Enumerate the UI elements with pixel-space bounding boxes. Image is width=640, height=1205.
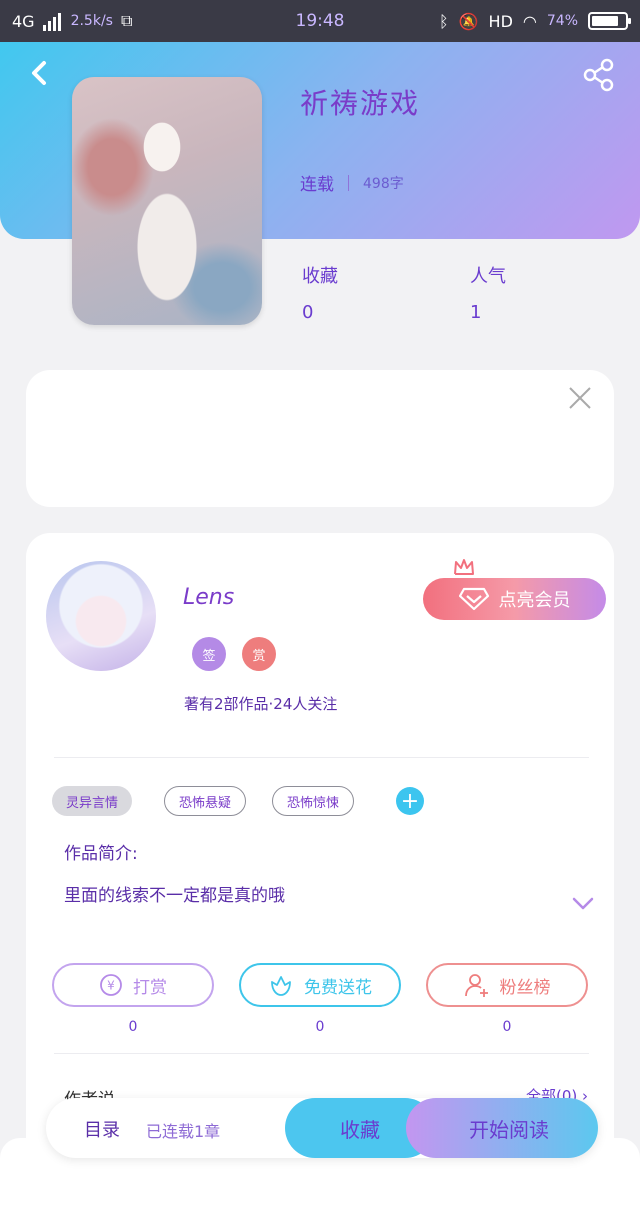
add-tag-button[interactable]: + xyxy=(396,787,424,815)
diamond-icon xyxy=(458,587,489,611)
popularity-count: 1 xyxy=(470,302,482,323)
book-status: 连载 xyxy=(300,175,334,195)
wifi-icon: ◠ xyxy=(522,11,537,31)
ad-card xyxy=(26,370,614,507)
book-title: 祈祷游戏 xyxy=(300,87,421,120)
screenshot-icon: ⧉ xyxy=(120,11,133,30)
collect-count: 0 xyxy=(302,302,314,323)
book-cover-image[interactable] xyxy=(72,77,262,325)
intro-label: 作品简介: xyxy=(64,844,138,864)
close-icon xyxy=(569,387,591,409)
reward-button[interactable]: ¥ 打赏 xyxy=(52,963,214,1007)
intro-text: 里面的线索不一定都是真的哦 xyxy=(64,886,285,906)
reward-label: 打赏 xyxy=(133,977,167,998)
start-reading-label: 开始阅读 xyxy=(469,1117,549,1142)
back-button[interactable] xyxy=(24,58,54,88)
reward-count: 0 xyxy=(128,1019,138,1035)
svg-text:¥: ¥ xyxy=(107,979,115,993)
fan-rank-label: 粉丝榜 xyxy=(499,977,551,998)
share-icon xyxy=(583,58,614,92)
author-name[interactable]: Lens xyxy=(183,585,234,610)
chapter-status: 已连载1章 xyxy=(146,1122,221,1141)
meta-divider xyxy=(348,174,349,191)
collect-button-label: 收藏 xyxy=(340,1117,380,1142)
clock: 19:48 xyxy=(295,11,345,31)
chevron-left-icon xyxy=(32,61,46,85)
sign-badge: 签 xyxy=(192,637,226,671)
yen-coin-icon: ¥ xyxy=(100,974,122,996)
start-reading-button[interactable]: 开始阅读 xyxy=(406,1098,598,1158)
battery-level: 74% xyxy=(546,13,578,29)
close-ad-button[interactable] xyxy=(566,384,594,412)
hd-indicator: HD xyxy=(488,11,513,31)
network-type: 4G xyxy=(12,11,35,31)
battery-icon xyxy=(588,12,631,30)
send-flower-label: 免费送花 xyxy=(304,977,372,998)
send-flower-button[interactable]: 免费送花 xyxy=(239,963,401,1007)
vip-label: 点亮会员 xyxy=(498,590,571,611)
tag-item[interactable]: 恐怖惊悚 xyxy=(272,786,355,816)
mute-icon: 🔕 xyxy=(458,11,479,31)
author-avatar[interactable] xyxy=(46,561,156,671)
status-bar: 4G 2.5k/s ⧉ 19:48 ᛒ 🔕 HD ◠ 74% xyxy=(0,0,640,42)
author-stats: 著有2部作品·24人关注 xyxy=(184,695,338,713)
chevron-down-icon[interactable] xyxy=(572,897,594,911)
flower-icon xyxy=(271,976,291,996)
author-card: Lens 签 赏 著有2部作品·24人关注 点亮会员 灵异言情 恐怖悬疑 恐怖惊… xyxy=(26,533,614,1173)
flower-count: 0 xyxy=(315,1019,325,1035)
popularity-stat: 人气 1 xyxy=(470,262,506,323)
signal-icon xyxy=(42,12,63,31)
book-meta: 连载 498字 xyxy=(300,170,404,195)
collect-stat: 收藏 0 xyxy=(302,262,338,323)
word-count: 498字 xyxy=(363,175,404,192)
divider xyxy=(54,757,589,758)
fan-rank-button[interactable]: 粉丝榜 xyxy=(426,963,588,1007)
bluetooth-icon: ᛒ xyxy=(439,11,449,31)
fan-count: 0 xyxy=(502,1019,512,1035)
tag-item[interactable]: 灵异言情 xyxy=(52,786,133,816)
vip-button[interactable]: 点亮会员 xyxy=(423,578,606,620)
collect-label: 收藏 xyxy=(302,266,338,287)
divider xyxy=(54,1053,589,1054)
share-button[interactable] xyxy=(582,58,616,92)
toc-button[interactable]: 目录 xyxy=(84,1116,120,1142)
crown-icon xyxy=(454,559,474,575)
popularity-label: 人气 xyxy=(470,266,506,287)
plus-icon: + xyxy=(400,788,420,814)
reward-badge: 赏 xyxy=(242,637,276,671)
tag-item[interactable]: 恐怖悬疑 xyxy=(164,786,247,816)
network-speed: 2.5k/s xyxy=(70,13,113,29)
fan-rank-icon xyxy=(464,974,488,997)
bottom-action-bar: 目录 已连载1章 收藏 开始阅读 xyxy=(46,1098,598,1158)
